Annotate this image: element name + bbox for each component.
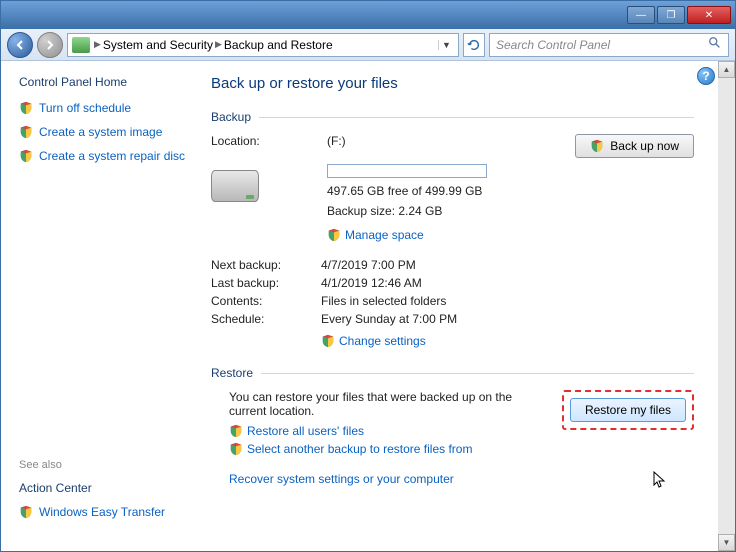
change-settings-link[interactable]: Change settings xyxy=(321,334,694,348)
titlebar: — ❐ ✕ xyxy=(1,1,735,29)
space-progress-bar xyxy=(327,164,487,178)
chevron-right-icon: ▶ xyxy=(215,39,222,50)
shield-icon xyxy=(327,228,341,242)
contents-value: Files in selected folders xyxy=(321,294,694,308)
next-backup-label: Next backup: xyxy=(211,258,321,272)
address-dropdown-icon[interactable]: ▼ xyxy=(438,40,454,50)
minimize-button[interactable]: — xyxy=(627,6,655,24)
sidebar-link-create-repair-disc[interactable]: Create a system repair disc xyxy=(19,149,191,163)
control-panel-icon xyxy=(72,37,90,53)
schedule-label: Schedule: xyxy=(211,312,321,326)
shield-icon xyxy=(229,424,243,438)
last-backup-label: Last backup: xyxy=(211,276,321,290)
restore-section-header: Restore xyxy=(211,366,694,380)
free-space-text: 497.65 GB free of 499.99 GB xyxy=(327,184,527,198)
shield-icon xyxy=(590,139,604,153)
help-icon[interactable]: ? xyxy=(697,67,715,85)
last-backup-value: 4/1/2019 12:46 AM xyxy=(321,276,694,290)
main-panel: Back up or restore your files Backup Loc… xyxy=(201,61,718,551)
backup-size-text: Backup size: 2.24 GB xyxy=(327,204,527,218)
breadcrumb[interactable]: ▶ System and Security ▶ Backup and Resto… xyxy=(67,33,459,57)
windows-easy-transfer-link[interactable]: Windows Easy Transfer xyxy=(19,505,191,519)
breadcrumb-segment[interactable]: System and Security xyxy=(103,38,213,52)
search-placeholder: Search Control Panel xyxy=(496,38,610,52)
control-panel-home-link[interactable]: Control Panel Home xyxy=(19,75,191,89)
maximize-button[interactable]: ❐ xyxy=(657,6,685,24)
location-label: Location: xyxy=(211,134,321,148)
refresh-button[interactable] xyxy=(463,33,485,57)
recover-system-link[interactable]: Recover system settings or your computer xyxy=(211,472,694,486)
restore-all-users-link[interactable]: Restore all users' files xyxy=(229,424,550,438)
search-icon xyxy=(708,36,722,53)
sidebar: Control Panel Home Turn off schedule Cre… xyxy=(1,61,201,551)
back-button[interactable] xyxy=(7,32,33,58)
close-button[interactable]: ✕ xyxy=(687,6,731,24)
see-also-label: See also xyxy=(19,459,191,471)
schedule-value: Every Sunday at 7:00 PM xyxy=(321,312,694,326)
page-title: Back up or restore your files xyxy=(211,75,694,92)
backup-section-header: Backup xyxy=(211,110,694,124)
scroll-down-button[interactable]: ▼ xyxy=(718,534,735,551)
restore-description: You can restore your files that were bac… xyxy=(229,390,550,418)
contents-label: Contents: xyxy=(211,294,321,308)
shield-icon xyxy=(19,101,33,115)
scrollbar[interactable]: ▲ ▼ xyxy=(718,61,735,551)
shield-icon xyxy=(321,334,335,348)
breadcrumb-segment[interactable]: Backup and Restore xyxy=(224,38,333,52)
back-up-now-button[interactable]: Back up now xyxy=(575,134,694,158)
search-input[interactable]: Search Control Panel xyxy=(489,33,729,57)
restore-highlight: Restore my files xyxy=(562,390,694,430)
address-bar: ▶ System and Security ▶ Backup and Resto… xyxy=(1,29,735,61)
content-body: ? Control Panel Home Turn off schedule C… xyxy=(1,61,735,551)
location-value: (F:) xyxy=(327,134,527,148)
chevron-right-icon: ▶ xyxy=(94,39,101,50)
action-center-link[interactable]: Action Center xyxy=(19,481,191,495)
shield-icon xyxy=(19,125,33,139)
sidebar-link-turn-off-schedule[interactable]: Turn off schedule xyxy=(19,101,191,115)
manage-space-link[interactable]: Manage space xyxy=(327,228,527,242)
disk-icon xyxy=(211,170,259,202)
restore-my-files-button[interactable]: Restore my files xyxy=(570,398,686,422)
scroll-up-button[interactable]: ▲ xyxy=(718,61,735,78)
window: — ❐ ✕ ▶ System and Security ▶ Backup and… xyxy=(0,0,736,552)
forward-button[interactable] xyxy=(37,32,63,58)
shield-icon xyxy=(229,442,243,456)
shield-icon xyxy=(19,505,33,519)
sidebar-link-create-system-image[interactable]: Create a system image xyxy=(19,125,191,139)
select-another-backup-link[interactable]: Select another backup to restore files f… xyxy=(229,442,550,456)
shield-icon xyxy=(19,149,33,163)
scroll-thumb[interactable] xyxy=(718,78,735,534)
next-backup-value: 4/7/2019 7:00 PM xyxy=(321,258,694,272)
